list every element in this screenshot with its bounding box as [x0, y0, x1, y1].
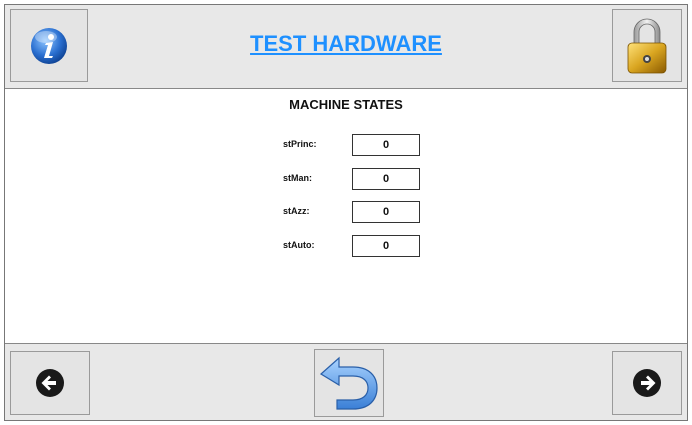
state-row-stman: stMan: 0 — [5, 168, 687, 190]
return-button[interactable] — [314, 349, 384, 417]
hmi-screen: TEST HARDWARE MACHINE STATES stPrinc: 0 … — [4, 4, 688, 421]
state-row-stprinc: stPrinc: 0 — [5, 134, 687, 156]
undo-arrow-icon — [319, 356, 378, 410]
state-label: stMan: — [283, 173, 312, 183]
arrow-right-icon — [633, 369, 661, 397]
state-value-field: 0 — [352, 235, 420, 257]
state-value-field: 0 — [352, 168, 420, 190]
lock-button[interactable] — [612, 9, 682, 82]
state-row-stauto: stAuto: 0 — [5, 235, 687, 257]
section-title: MACHINE STATES — [289, 97, 403, 112]
padlock-icon — [627, 18, 667, 73]
state-value-field: 0 — [352, 201, 420, 223]
state-value-field: 0 — [352, 134, 420, 156]
state-label: stPrinc: — [283, 139, 317, 149]
page-title: TEST HARDWARE — [250, 31, 442, 56]
arrow-left-icon — [36, 369, 64, 397]
back-button[interactable] — [10, 351, 90, 415]
state-label: stAzz: — [283, 206, 310, 216]
next-button[interactable] — [612, 351, 682, 415]
state-label: stAuto: — [283, 240, 315, 250]
state-row-stazz: stAzz: 0 — [5, 201, 687, 223]
header-bar: TEST HARDWARE — [5, 5, 687, 89]
footer-bar — [5, 343, 687, 420]
